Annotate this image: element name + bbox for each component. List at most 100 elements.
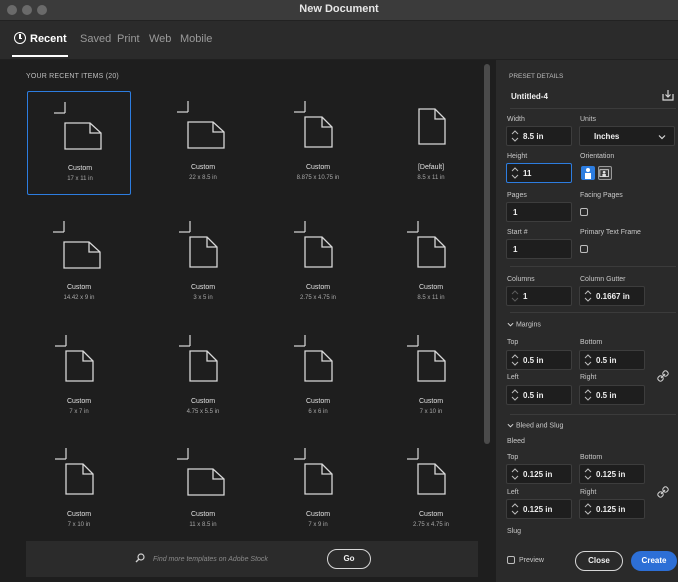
recent-item-name: Custom — [305, 284, 331, 291]
units-label: Units — [580, 116, 596, 123]
stepper-icon[interactable] — [511, 389, 519, 401]
divider — [510, 312, 676, 313]
start-label: Start # — [507, 229, 528, 236]
stepper-icon[interactable] — [584, 468, 592, 480]
recent-item-size: 8.5 x 11 in — [417, 295, 445, 301]
divider — [510, 414, 676, 415]
create-button[interactable]: Create — [631, 551, 677, 571]
divider — [510, 108, 676, 109]
recent-item-size: 17 x 11 in — [67, 176, 93, 182]
recent-item-size: 8.5 x 11 in — [417, 175, 445, 181]
tab-print[interactable]: Print — [117, 33, 140, 45]
columns-field[interactable]: 1 — [506, 286, 572, 306]
recent-item[interactable]: Custom 7 x 10 in — [27, 438, 131, 542]
recent-item[interactable]: Custom 6 x 6 in — [266, 325, 370, 429]
chevron-down-icon — [658, 135, 666, 140]
recent-item-name: Custom — [190, 164, 216, 171]
pages-label: Pages — [507, 192, 527, 199]
column-gutter-field[interactable]: 0.1667 in — [579, 286, 645, 306]
recent-item[interactable]: Custom 22 x 8.5 in — [151, 91, 255, 195]
stepper-icon[interactable] — [511, 130, 519, 142]
recent-item-size: 6 x 6 in — [308, 409, 328, 415]
tab-recent[interactable]: Recent — [30, 33, 67, 45]
recent-item[interactable]: Custom 3 x 5 in — [151, 211, 255, 315]
recent-item[interactable]: Custom 14.42 x 9 in — [27, 211, 131, 315]
stepper-icon[interactable] — [511, 468, 519, 480]
width-field[interactable]: 8.5 in — [506, 126, 572, 146]
landscape-icon — [599, 169, 609, 177]
recent-item-name: [Default] — [417, 164, 445, 171]
pages-field[interactable]: 1 — [506, 202, 572, 222]
stepper-icon[interactable] — [511, 290, 519, 302]
slug-label: Slug — [507, 528, 522, 535]
width-label: Width — [507, 116, 525, 123]
bleed-label: Bleed — [507, 438, 525, 445]
height-field[interactable]: 11 — [506, 163, 572, 183]
recent-items-scrollbar[interactable] — [484, 64, 490, 444]
preview-checkbox[interactable] — [507, 556, 515, 564]
facing-pages-checkbox[interactable] — [580, 208, 588, 216]
margin-left-field[interactable]: 0.5 in — [506, 385, 572, 405]
search-icon — [135, 553, 145, 563]
bleed-left-field[interactable]: 0.125 in — [506, 499, 572, 519]
margin-top-field[interactable]: 0.5 in — [506, 350, 572, 370]
tab-saved[interactable]: Saved — [80, 33, 111, 45]
recent-item-size: 4.75 x 5.5 in — [186, 409, 220, 415]
recent-item[interactable]: Custom 2.75 x 4.75 in — [379, 438, 483, 542]
go-button[interactable]: Go — [327, 549, 371, 569]
bleed-bottom-field[interactable]: 0.125 in — [579, 464, 645, 484]
recent-item[interactable]: Custom 7 x 7 in — [27, 325, 131, 429]
recent-item[interactable]: Custom 17 x 11 in — [27, 91, 131, 195]
recent-item-name: Custom — [418, 398, 444, 405]
recent-item-name: Custom — [190, 511, 216, 518]
recent-item[interactable]: Custom 2.75 x 4.75 in — [266, 211, 370, 315]
tab-web[interactable]: Web — [149, 33, 171, 45]
recent-item[interactable]: Custom 8.5 x 11 in — [379, 211, 483, 315]
document-name-field[interactable]: Untitled-4 — [511, 92, 548, 101]
recent-item-size: 2.75 x 4.75 in — [299, 295, 337, 301]
start-page-field[interactable]: 1 — [506, 239, 572, 259]
link-bleed-chain-icon[interactable] — [657, 486, 669, 498]
columns-label: Columns — [507, 276, 535, 283]
window-title: New Document — [299, 3, 379, 15]
stepper-icon[interactable] — [584, 354, 592, 366]
units-dropdown[interactable]: Inches — [579, 126, 675, 146]
margin-bottom-label: Bottom — [580, 339, 603, 346]
primary-text-frame-checkbox[interactable] — [580, 245, 588, 253]
recent-item[interactable]: Custom 7 x 10 in — [379, 325, 483, 429]
bleed-top-field[interactable]: 0.125 in — [506, 464, 572, 484]
bleed-right-field[interactable]: 0.125 in — [579, 499, 645, 519]
stepper-icon[interactable] — [584, 503, 592, 515]
margin-left-label: Left — [507, 374, 519, 381]
stock-search-input[interactable]: Find more templates on Adobe Stock — [153, 556, 268, 563]
recent-item-name: Custom — [305, 511, 331, 518]
tab-mobile[interactable]: Mobile — [180, 33, 212, 45]
recent-item[interactable]: Custom 4.75 x 5.5 in — [151, 325, 255, 429]
preview-label: Preview — [519, 557, 544, 564]
recent-item-size: 8.875 x 10.75 in — [296, 175, 340, 181]
recent-item[interactable]: [Default] 8.5 x 11 in — [379, 91, 483, 195]
close-button[interactable]: Close — [575, 551, 623, 571]
recent-item[interactable]: Custom 8.875 x 10.75 in — [266, 91, 370, 195]
margin-bottom-field[interactable]: 0.5 in — [579, 350, 645, 370]
clock-icon — [14, 32, 26, 44]
margin-right-field[interactable]: 0.5 in — [579, 385, 645, 405]
save-preset-icon[interactable] — [661, 88, 675, 102]
link-margins-chain-icon[interactable] — [657, 370, 669, 382]
margins-section-toggle[interactable]: Margins — [507, 321, 541, 328]
recent-item-name: Custom — [66, 284, 92, 291]
stepper-icon[interactable] — [511, 354, 519, 366]
stepper-icon[interactable] — [511, 167, 519, 179]
recent-item[interactable]: Custom 11 x 8.5 in — [151, 438, 255, 542]
landscape-orientation-button[interactable] — [598, 166, 612, 180]
stepper-icon[interactable] — [584, 389, 592, 401]
margin-right-label: Right — [580, 374, 597, 381]
stepper-icon[interactable] — [584, 290, 592, 302]
recent-item-size: 7 x 10 in — [67, 522, 91, 528]
recent-item-name: Custom — [418, 511, 444, 518]
recent-item[interactable]: Custom 7 x 9 in — [266, 438, 370, 542]
stepper-icon[interactable] — [511, 503, 519, 515]
divider — [510, 266, 676, 267]
portrait-orientation-button[interactable] — [581, 166, 595, 180]
bleed-slug-section-toggle[interactable]: Bleed and Slug — [507, 422, 563, 429]
